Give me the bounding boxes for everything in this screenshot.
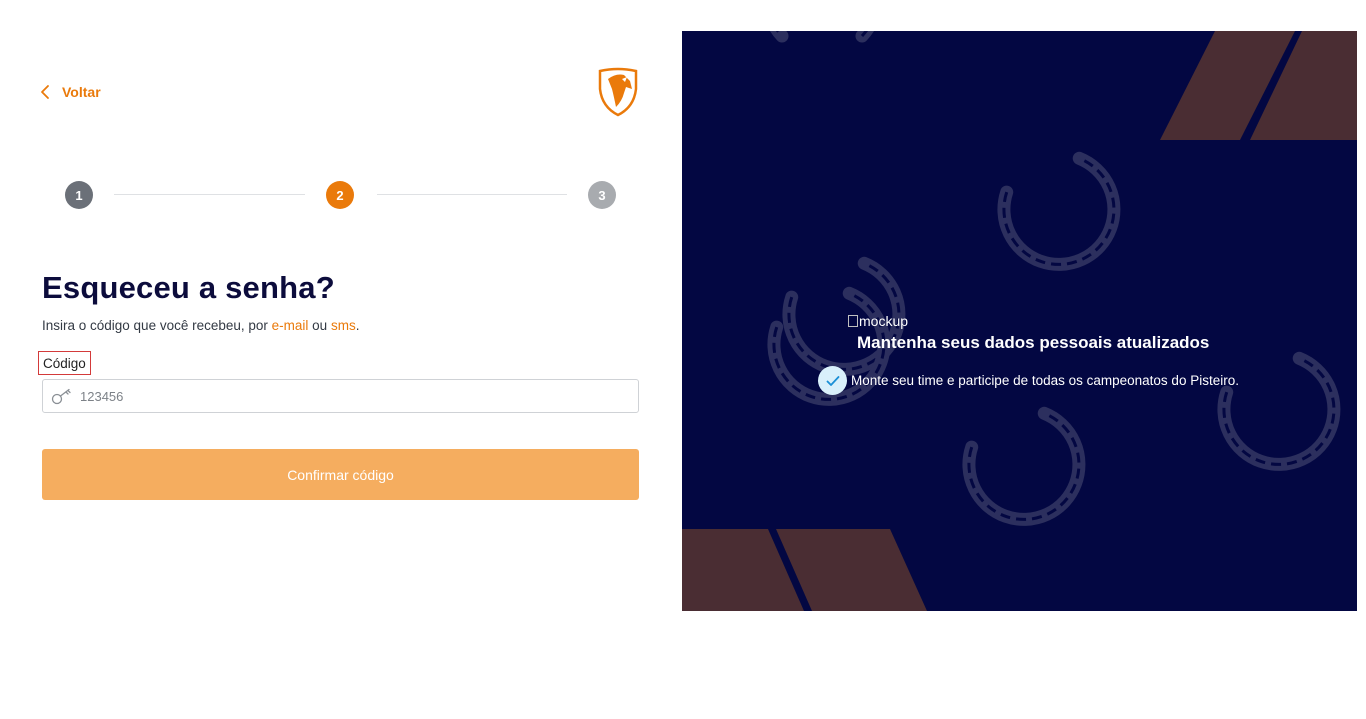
step-1-indicator: 1 (65, 181, 93, 209)
instructions-end: . (355, 318, 360, 333)
code-field (42, 379, 639, 413)
horseshoe-icon (958, 407, 1097, 538)
broken-image-icon (848, 315, 858, 327)
back-label: Voltar (62, 84, 101, 100)
confirm-code-button[interactable]: Confirmar código (42, 449, 639, 500)
feature-item: Monte seu time e participe de todas os c… (818, 366, 1239, 395)
step-3-indicator: 3 (588, 181, 616, 209)
step-2-indicator: 2 (326, 181, 354, 209)
mockup-alt-text: mockup (859, 313, 909, 329)
page-title: Esqueceu a senha? (42, 270, 335, 305)
key-icon (51, 388, 71, 405)
feature-text: Monte seu time e participe de todas os c… (851, 373, 1239, 388)
code-input[interactable] (80, 380, 625, 412)
step-connector-1 (114, 194, 305, 195)
instructions-prefix: Insira o código que você recebeu, por (42, 318, 272, 333)
check-icon (818, 366, 847, 395)
horseshoe-icon (767, 31, 877, 36)
mockup-image: mockup (848, 313, 908, 329)
promo-panel: mockup Mantenha seus dados pessoais atua… (682, 31, 1357, 611)
instructions-or: ou (308, 318, 331, 333)
promo-background (682, 31, 1357, 611)
email-link[interactable]: e-mail (272, 318, 309, 333)
horse-shield-logo (598, 67, 638, 117)
horseshoe-icon (993, 152, 1132, 283)
chevron-left-icon (41, 85, 49, 99)
stripe-bottom-2 (776, 529, 927, 611)
instructions-text: Insira o código que você recebeu, por e-… (42, 318, 359, 333)
step-connector-2 (377, 194, 567, 195)
back-link[interactable]: Voltar (40, 84, 101, 100)
promo-title: Mantenha seus dados pessoais atualizados (857, 333, 1210, 352)
code-field-label: Código (38, 351, 91, 375)
sms-link[interactable]: sms (331, 318, 356, 333)
